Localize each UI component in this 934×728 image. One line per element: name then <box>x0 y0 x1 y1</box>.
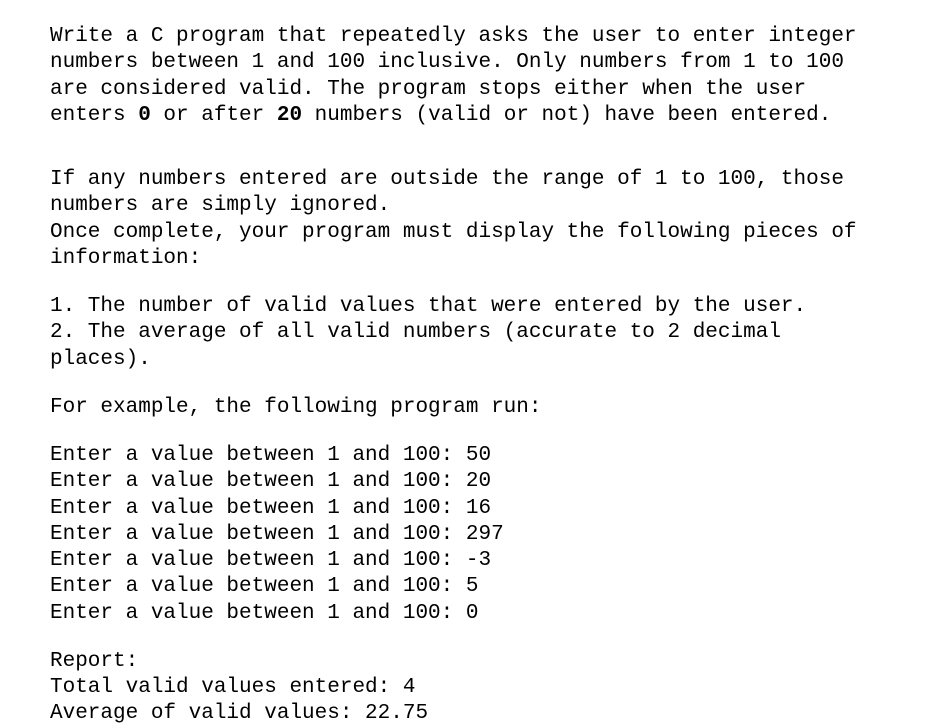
example-prompt: Enter a value between 1 and 100: 0 <box>50 601 884 627</box>
ignore-paragraph: If any numbers entered are outside the r… <box>50 167 884 220</box>
intro-text-2: or after <box>151 104 277 127</box>
report-average: Average of valid values: 22.75 <box>50 701 884 727</box>
example-prompt: Enter a value between 1 and 100: 20 <box>50 469 884 495</box>
example-prompt: Enter a value between 1 and 100: 5 <box>50 574 884 600</box>
intro-bold-twenty: 20 <box>277 104 302 127</box>
intro-bold-zero: 0 <box>138 104 151 127</box>
intro-paragraph: Write a C program that repeatedly asks t… <box>50 24 884 129</box>
report-total: Total valid values entered: 4 <box>50 675 884 701</box>
example-prompt: Enter a value between 1 and 100: -3 <box>50 548 884 574</box>
example-prompt: Enter a value between 1 and 100: 297 <box>50 522 884 548</box>
list-item-2: 2. The average of all valid numbers (acc… <box>50 320 884 373</box>
list-item-1: 1. The number of valid values that were … <box>50 294 884 320</box>
example-prompt: Enter a value between 1 and 100: 50 <box>50 443 884 469</box>
example-prompt: Enter a value between 1 and 100: 16 <box>50 496 884 522</box>
report-heading: Report: <box>50 649 884 675</box>
intro-text-3: numbers (valid or not) have been entered… <box>302 104 831 127</box>
display-paragraph: Once complete, your program must display… <box>50 220 884 273</box>
example-lead: For example, the following program run: <box>50 395 884 421</box>
